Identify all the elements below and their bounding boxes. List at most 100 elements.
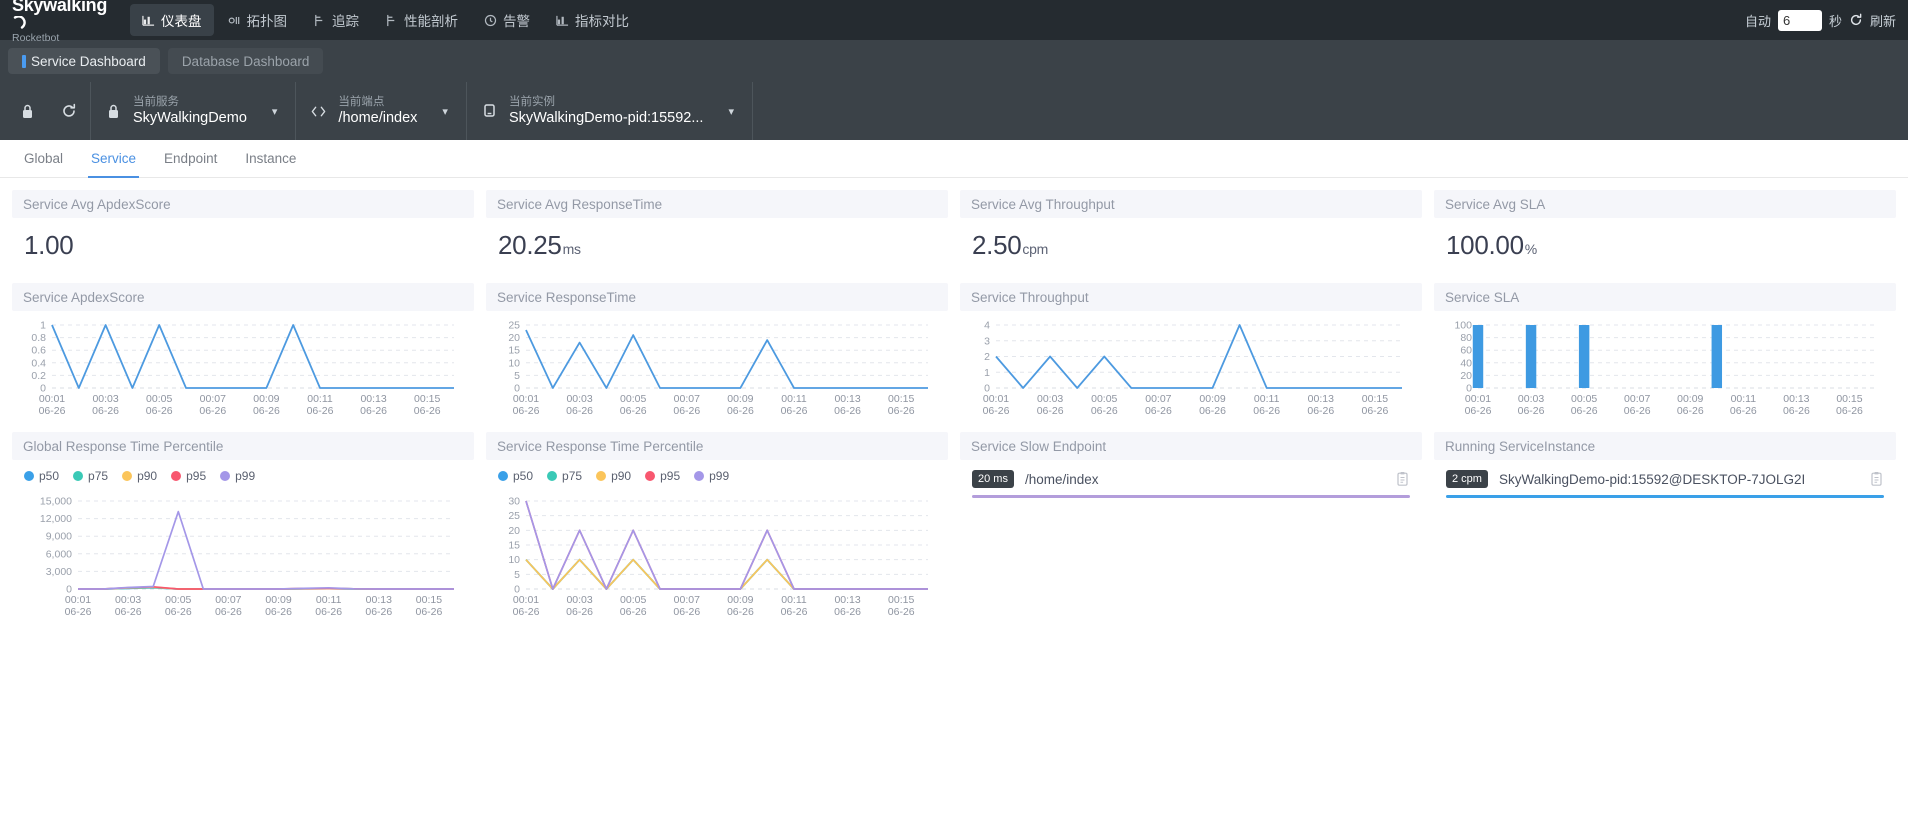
svg-text:06-26: 06-26	[513, 405, 540, 417]
panel-title: Service Slow Endpoint	[960, 432, 1422, 460]
legend-color-dot	[24, 471, 34, 481]
svg-text:00:05: 00:05	[620, 594, 646, 606]
selector-value: SkyWalkingDemo	[133, 110, 247, 126]
svg-text:00:03: 00:03	[92, 393, 118, 405]
slow-endpoint-list: 20 ms /home/index	[960, 460, 1422, 498]
list-item[interactable]: 2 cpm SkyWalkingDemo-pid:15592@DESKTOP-7…	[1434, 460, 1896, 498]
svg-text:10: 10	[508, 357, 520, 369]
selector-1[interactable]: 当前端点 /home/index ▾	[296, 82, 467, 140]
svg-text:15: 15	[508, 540, 520, 552]
panel-global-response-time-percentile: Global Response Time Percentile p50 p75 …	[6, 428, 480, 629]
svg-text:00:01: 00:01	[513, 393, 539, 405]
clipboard-icon[interactable]	[1395, 471, 1410, 487]
svg-text:4: 4	[984, 320, 990, 332]
svg-text:00:15: 00:15	[888, 393, 914, 405]
panel-title: Service Avg ApdexScore	[12, 190, 474, 218]
clipboard-icon[interactable]	[1869, 471, 1884, 487]
svg-text:06-26: 06-26	[253, 405, 280, 417]
lock-icon[interactable]	[6, 82, 48, 140]
svg-text:06-26: 06-26	[1518, 405, 1545, 417]
svg-text:2: 2	[984, 351, 990, 363]
nav-item-5[interactable]: 指标对比	[544, 4, 641, 36]
svg-text:06-26: 06-26	[1783, 405, 1810, 417]
svg-text:00:07: 00:07	[674, 393, 700, 405]
legend-color-dot	[73, 471, 84, 481]
legend-label: p95	[660, 469, 681, 483]
legend-item-p50[interactable]: p50	[498, 469, 533, 483]
selector-0[interactable]: 当前服务 SkyWalkingDemo ▾	[90, 82, 297, 140]
legend-item-p99[interactable]: p99	[220, 469, 255, 483]
reload-icon[interactable]	[48, 82, 90, 140]
svg-text:06-26: 06-26	[307, 405, 334, 417]
dashboard-tab-strip: Service Dashboard Database Dashboard	[0, 40, 1908, 82]
legend-item-p75[interactable]: p75	[73, 469, 108, 483]
nav-item-0[interactable]: 仪表盘	[130, 4, 214, 36]
legend-color-dot	[547, 471, 558, 481]
svg-text:00:13: 00:13	[366, 594, 392, 606]
nav-item-3[interactable]: 性能剖析	[373, 4, 470, 36]
svg-text:06-26: 06-26	[92, 405, 119, 417]
svg-text:06-26: 06-26	[165, 606, 192, 618]
panel-service-slow-endpoint: Service Slow Endpoint 20 ms /home/index	[954, 428, 1428, 629]
refresh-icon[interactable]	[1849, 13, 1863, 27]
auto-refresh-interval-input[interactable]	[1777, 9, 1822, 31]
legend-item-p90[interactable]: p90	[596, 469, 631, 483]
list-item-name: /home/index	[1024, 471, 1099, 487]
scope-tab-endpoint[interactable]: Endpoint	[150, 140, 231, 178]
nav-item-label: 仪表盘	[161, 14, 202, 29]
legend-item-p99[interactable]: p99	[694, 469, 729, 483]
metric-unit: ms	[562, 241, 581, 257]
legend-color-dot	[694, 471, 705, 481]
svg-text:3,000: 3,000	[46, 566, 72, 578]
dashboard-tab-0[interactable]: Service Dashboard	[8, 48, 160, 74]
legend-item-p95[interactable]: p95	[645, 469, 680, 483]
nav-item-2[interactable]: 追踪	[301, 4, 371, 36]
nav-item-1[interactable]: 拓扑图	[216, 4, 300, 36]
svg-text:06-26: 06-26	[888, 606, 915, 618]
legend-item-p50[interactable]: p50	[24, 469, 59, 483]
svg-text:00:07: 00:07	[674, 594, 700, 606]
panel-service-responsetime: Service ResponseTime 0 5 10 15 20 25 00:01 06-2…	[480, 279, 954, 428]
dashboard-tab-1[interactable]: Database Dashboard	[167, 48, 324, 74]
chevron-down-icon[interactable]: ▾	[728, 105, 734, 118]
panel-title: Service Avg Throughput	[960, 190, 1422, 218]
card-service-avg-sla: Service Avg SLA 100.00%	[1428, 186, 1902, 279]
legend-label: p75	[88, 469, 109, 483]
chevron-down-icon[interactable]: ▾	[272, 105, 278, 118]
percentile-legend: p50 p75 p90 p95 p99	[486, 460, 948, 487]
svg-text:0.4: 0.4	[31, 357, 46, 369]
svg-text:00:15: 00:15	[1362, 393, 1388, 405]
svg-text:00:11: 00:11	[1254, 393, 1280, 405]
svg-text:60: 60	[1460, 345, 1472, 357]
selector-2[interactable]: 当前实例 SkyWalkingDemo-pid:15592... ▾	[467, 82, 753, 140]
svg-text:06-26: 06-26	[888, 405, 915, 417]
list-item[interactable]: 20 ms /home/index	[960, 460, 1422, 498]
refresh-label[interactable]: 刷新	[1870, 11, 1896, 30]
scope-tab-service[interactable]: Service	[77, 140, 150, 178]
svg-text:06-26: 06-26	[620, 405, 647, 417]
svg-text:06-26: 06-26	[513, 606, 540, 618]
metric-value: 20.25ms	[486, 218, 948, 275]
svg-text:06-26: 06-26	[1677, 405, 1704, 417]
nav-item-4[interactable]: 告警	[472, 4, 542, 36]
svg-text:06-26: 06-26	[1624, 405, 1651, 417]
legend-label: p50	[39, 469, 60, 483]
legend-item-p75[interactable]: p75	[547, 469, 582, 483]
legend-item-p95[interactable]: p95	[171, 469, 206, 483]
legend-item-p90[interactable]: p90	[122, 469, 157, 483]
list-item-bar	[972, 495, 1410, 498]
scope-tab-global[interactable]: Global	[10, 140, 77, 178]
svg-text:25: 25	[508, 320, 520, 332]
scope-tab-label: Global	[24, 151, 64, 166]
svg-text:06-26: 06-26	[360, 405, 387, 417]
app-logo: Skywalking Rocketbot	[0, 0, 112, 44]
chart-global-response-time-percentile: 0 3,000 6,000 9,000 12,000 15,000 00:01 06-26 00…	[12, 487, 474, 625]
chevron-down-icon[interactable]: ▾	[442, 105, 448, 118]
selector-value: /home/index	[338, 110, 418, 126]
scope-tab-instance[interactable]: Instance	[231, 140, 310, 178]
svg-text:06-26: 06-26	[1199, 405, 1226, 417]
panel-title: Service Response Time Percentile	[486, 432, 948, 460]
svg-text:00:01: 00:01	[65, 594, 91, 606]
chart-service-apdexscore: 0 0.2 0.4 0.6 0.8 1 00:01 06-26 00:03 06-26 00:05 0…	[12, 311, 474, 424]
svg-text:00:03: 00:03	[1037, 393, 1063, 405]
